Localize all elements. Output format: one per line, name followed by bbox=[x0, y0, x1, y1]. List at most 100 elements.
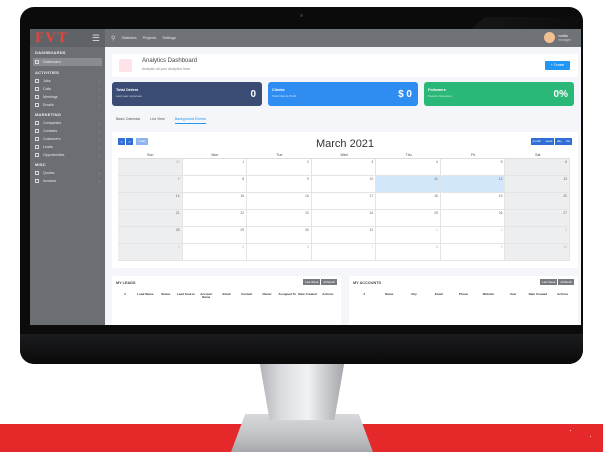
calendar-day-cell[interactable]: 15 bbox=[182, 193, 248, 210]
calendar-day-cell[interactable]: 31 bbox=[311, 227, 377, 244]
calendar-day-cell[interactable]: 8 bbox=[376, 244, 441, 261]
leads-column-header[interactable]: Date Created bbox=[297, 292, 317, 300]
accounts-table-header: # Name City Email Phone Website User Date Creat… bbox=[352, 292, 575, 296]
sidebar-item-jobs[interactable]: Jobs › bbox=[30, 77, 105, 85]
sidebar-item-companies[interactable]: Companies › bbox=[30, 119, 105, 127]
leads-column-header[interactable]: Assigned To bbox=[277, 292, 297, 300]
calendar-day-cell[interactable]: 5 bbox=[440, 159, 506, 176]
calendar-day-cell[interactable]: 4 bbox=[118, 244, 183, 261]
avatar[interactable] bbox=[544, 32, 556, 43]
calendar-day-cell[interactable]: 20 bbox=[505, 193, 571, 210]
calendar-day-cell[interactable]: 28 bbox=[118, 227, 183, 244]
weekday-label: Tue bbox=[276, 153, 283, 157]
leads-column-header[interactable]: Email bbox=[216, 292, 236, 300]
calendar-day-cell[interactable]: 10 bbox=[505, 244, 571, 261]
calendar-day-cell[interactable]: 21 bbox=[118, 210, 183, 227]
hamburger-menu-icon[interactable]: ☰ bbox=[92, 33, 100, 44]
accounts-column-header[interactable]: Website bbox=[476, 292, 501, 296]
sidebar-item-emails[interactable]: Emails › bbox=[30, 101, 105, 109]
sidebar-item-opportunities[interactable]: Opportunities › bbox=[30, 151, 105, 159]
calendar-day-cell[interactable]: 14 bbox=[118, 193, 183, 210]
accounts-column-header[interactable]: Email bbox=[426, 292, 451, 296]
opportunities-icon bbox=[35, 153, 39, 157]
calendar-day-cell[interactable]: 9 bbox=[440, 244, 506, 261]
calendar-day-cell[interactable]: 27 bbox=[505, 210, 571, 227]
accounts-last-week-button[interactable]: Last Week bbox=[540, 279, 558, 285]
accounts-column-header[interactable]: # bbox=[352, 292, 377, 296]
topbar-settings[interactable]: Settings bbox=[162, 36, 176, 40]
view-month-button[interactable]: month bbox=[530, 138, 543, 145]
calendar-day-cell[interactable]: 4 bbox=[376, 159, 441, 176]
accounts-column-header[interactable]: User bbox=[501, 292, 526, 296]
search-icon[interactable]: ⚲ bbox=[111, 35, 115, 42]
calendar-day-cell[interactable]: 6 bbox=[505, 159, 571, 176]
view-list-button[interactable]: list bbox=[564, 138, 572, 145]
topbar-statistics[interactable]: Statistics bbox=[121, 36, 136, 40]
create-button[interactable]: + Create bbox=[545, 61, 570, 70]
user-menu[interactable]: natalia manager bbox=[544, 32, 571, 43]
calendar-day-cell[interactable]: 18 bbox=[376, 193, 441, 210]
calendar-day-cell[interactable]: 28 bbox=[118, 159, 183, 176]
accounts-column-header[interactable]: Phone bbox=[451, 292, 476, 296]
sidebar-item-contacts[interactable]: Contacts › bbox=[30, 127, 105, 135]
leads-column-header[interactable]: Contact bbox=[237, 292, 257, 300]
calendar-day-cell[interactable]: 1 bbox=[182, 159, 248, 176]
monitor-chin bbox=[20, 334, 583, 364]
calendar-day-cell[interactable]: 11 bbox=[376, 176, 441, 193]
view-week-button[interactable]: week bbox=[543, 138, 555, 145]
calendar-day-cell[interactable]: 3 bbox=[311, 159, 377, 176]
calendar-day-cell[interactable]: 26 bbox=[440, 210, 506, 227]
accounts-column-header[interactable]: City bbox=[402, 292, 427, 296]
sidebar-item-invoices[interactable]: Invoices › bbox=[30, 177, 105, 185]
calendar-day-cell[interactable]: 13 bbox=[505, 176, 571, 193]
dashboard-icon bbox=[35, 60, 39, 64]
calendar-day-cell[interactable]: 24 bbox=[311, 210, 377, 227]
calendar-day-cell[interactable]: 6 bbox=[247, 244, 312, 261]
sidebar-item-dashboard[interactable]: Dashboard bbox=[33, 58, 102, 66]
calendar-day-cell[interactable]: 25 bbox=[376, 210, 441, 227]
calendar-day-cell[interactable]: 10 bbox=[311, 176, 377, 193]
sidebar-item-leads[interactable]: Leads › bbox=[30, 143, 105, 151]
calendar-day-cell[interactable]: 16 bbox=[247, 193, 312, 210]
tab-basic-calendar[interactable]: Basic Calendar bbox=[116, 117, 140, 124]
leads-all-month-button[interactable]: All Month bbox=[321, 279, 337, 285]
leads-column-header[interactable]: Status bbox=[156, 292, 176, 300]
calendar-day-cell[interactable]: 2 bbox=[247, 159, 312, 176]
calendar-day-cell[interactable]: 17 bbox=[311, 193, 377, 210]
leads-column-header[interactable]: Actions bbox=[318, 292, 338, 300]
calendar-day-cell[interactable]: 12 bbox=[440, 176, 506, 193]
calendar-day-cell[interactable]: 2 bbox=[440, 227, 506, 244]
accounts-all-month-button[interactable]: All Month bbox=[558, 279, 574, 285]
view-day-button[interactable]: day bbox=[554, 138, 564, 145]
calendar-day-cell[interactable]: 23 bbox=[247, 210, 312, 227]
leads-column-header[interactable]: Account Name bbox=[196, 292, 216, 300]
leads-column-header[interactable]: Lead Source bbox=[176, 292, 196, 300]
sidebar-item-calls[interactable]: Calls › bbox=[30, 85, 105, 93]
tab-list-view[interactable]: List View bbox=[150, 117, 164, 124]
accounts-column-header[interactable]: Name bbox=[377, 292, 402, 296]
monitor-camera bbox=[300, 14, 303, 17]
calendar-day-cell[interactable]: 9 bbox=[247, 176, 312, 193]
calendar-day-cell[interactable]: 5 bbox=[182, 244, 248, 261]
calendar-day-cell[interactable]: 3 bbox=[505, 227, 571, 244]
calendar-day-cell[interactable]: 7 bbox=[118, 176, 183, 193]
topbar-projects[interactable]: Projects bbox=[143, 36, 157, 40]
sidebar-item-meetings[interactable]: Meetings › bbox=[30, 93, 105, 101]
accounts-column-header[interactable]: Actions bbox=[550, 292, 575, 296]
chevron-right-icon: › bbox=[98, 120, 100, 126]
accounts-column-header[interactable]: Date Created bbox=[525, 292, 550, 296]
calendar-day-cell[interactable]: 19 bbox=[440, 193, 506, 210]
calendar-day-cell[interactable]: 30 bbox=[247, 227, 312, 244]
leads-column-header[interactable]: # bbox=[115, 292, 135, 300]
leads-column-header[interactable]: Owner bbox=[257, 292, 277, 300]
calendar-day-cell[interactable]: 1 bbox=[376, 227, 441, 244]
sidebar-item-customers[interactable]: Customers › bbox=[30, 135, 105, 143]
calendar-day-cell[interactable]: 29 bbox=[182, 227, 248, 244]
calendar-day-cell[interactable]: 22 bbox=[182, 210, 248, 227]
leads-last-week-button[interactable]: Last Week bbox=[303, 279, 321, 285]
tab-background-events[interactable]: Background Events bbox=[174, 117, 206, 124]
leads-column-header[interactable]: Lead Name bbox=[135, 292, 155, 300]
sidebar-item-quotes[interactable]: Quotes › bbox=[30, 169, 105, 177]
calendar-day-cell[interactable]: 8 bbox=[182, 176, 248, 193]
calendar-day-cell[interactable]: 7 bbox=[311, 244, 377, 261]
